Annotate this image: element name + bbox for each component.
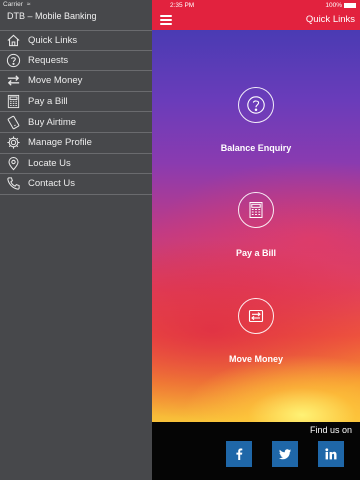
side-drawer: Carrier ≈ DTB – Mobile Banking Quick Lin… <box>0 0 152 480</box>
status-time: 2:35 PM <box>170 2 195 9</box>
facebook-icon <box>236 448 243 460</box>
battery-indicator: 100% <box>325 1 356 10</box>
home-icon <box>5 32 21 48</box>
balance-enquiry-icon-circle <box>238 87 274 123</box>
balance-enquiry-button[interactable]: Balance Enquiry <box>152 87 360 153</box>
hamburger-icon <box>160 15 172 17</box>
sidebar-item-pay-a-bill[interactable]: Pay a Bill <box>0 92 152 113</box>
sidebar-item-manage-profile[interactable]: Manage Profile <box>0 133 152 154</box>
sidebar-item-locate-us[interactable]: Locate Us <box>0 154 152 175</box>
twitter-icon <box>279 449 291 460</box>
sidebar-item-move-money[interactable]: Move Money <box>0 71 152 92</box>
sidebar-item-quick-links[interactable]: Quick Links <box>0 30 152 51</box>
sidebar-item-requests[interactable]: Requests <box>0 51 152 72</box>
move-money-label: Move Money <box>228 354 283 364</box>
hamburger-line <box>160 23 172 25</box>
pay-a-bill-button[interactable]: Pay a Bill <box>152 192 360 258</box>
hamburger-line <box>160 19 172 21</box>
find-us-label: Find us on <box>309 425 352 435</box>
sidebar-item-label: Requests <box>28 54 69 66</box>
sidebar-item-label: Quick Links <box>28 34 78 46</box>
sidebar-item-label: Locate Us <box>28 157 71 169</box>
carrier-label: Carrier <box>3 1 23 8</box>
location-pin-icon <box>5 155 21 171</box>
battery-percent: 100% <box>325 2 342 9</box>
app-title: DTB – Mobile Banking <box>7 11 97 21</box>
sidebar-item-label: Move Money <box>28 75 83 87</box>
balance-enquiry-label: Balance Enquiry <box>220 143 292 153</box>
sidebar-item-label: Manage Profile <box>28 137 92 149</box>
sidebar-item-label: Buy Airtime <box>28 116 77 128</box>
main-panel: 2:35 PM 100% Quick Links Balance Enquiry… <box>152 0 360 480</box>
transfer-icon <box>5 73 21 89</box>
gear-icon <box>5 135 21 151</box>
calculator-icon <box>5 94 21 110</box>
calculator-icon <box>249 202 263 218</box>
move-money-button[interactable]: Move Money <box>152 298 360 364</box>
telephone-icon <box>5 176 21 192</box>
social-footer: Find us on <box>152 422 360 480</box>
move-money-icon-circle <box>238 298 274 334</box>
transfer-icon <box>248 309 264 323</box>
linkedin-button[interactable] <box>318 441 344 467</box>
twitter-button[interactable] <box>272 441 298 467</box>
nav-bar: Quick Links <box>152 10 360 30</box>
battery-icon <box>344 3 356 8</box>
status-bar-left: Carrier ≈ <box>0 0 152 10</box>
facebook-button[interactable] <box>226 441 252 467</box>
wifi-icon: ≈ <box>26 1 30 8</box>
page-title: Quick Links <box>305 14 355 25</box>
status-bar: 2:35 PM 100% <box>152 0 360 10</box>
question-icon <box>247 96 265 114</box>
side-menu: Quick Links Requests Move Money Pay a Bi… <box>0 30 152 195</box>
linkedin-icon <box>325 448 337 460</box>
sidebar-item-contact-us[interactable]: Contact Us <box>0 174 152 195</box>
phone-icon <box>5 114 21 130</box>
sidebar-item-label: Contact Us <box>28 178 75 190</box>
sidebar-item-label: Pay a Bill <box>28 96 68 108</box>
pay-a-bill-label: Pay a Bill <box>235 248 277 258</box>
question-icon <box>5 52 21 68</box>
sidebar-item-buy-airtime[interactable]: Buy Airtime <box>0 112 152 133</box>
menu-toggle-button[interactable] <box>160 15 172 25</box>
pay-a-bill-icon-circle <box>238 192 274 228</box>
